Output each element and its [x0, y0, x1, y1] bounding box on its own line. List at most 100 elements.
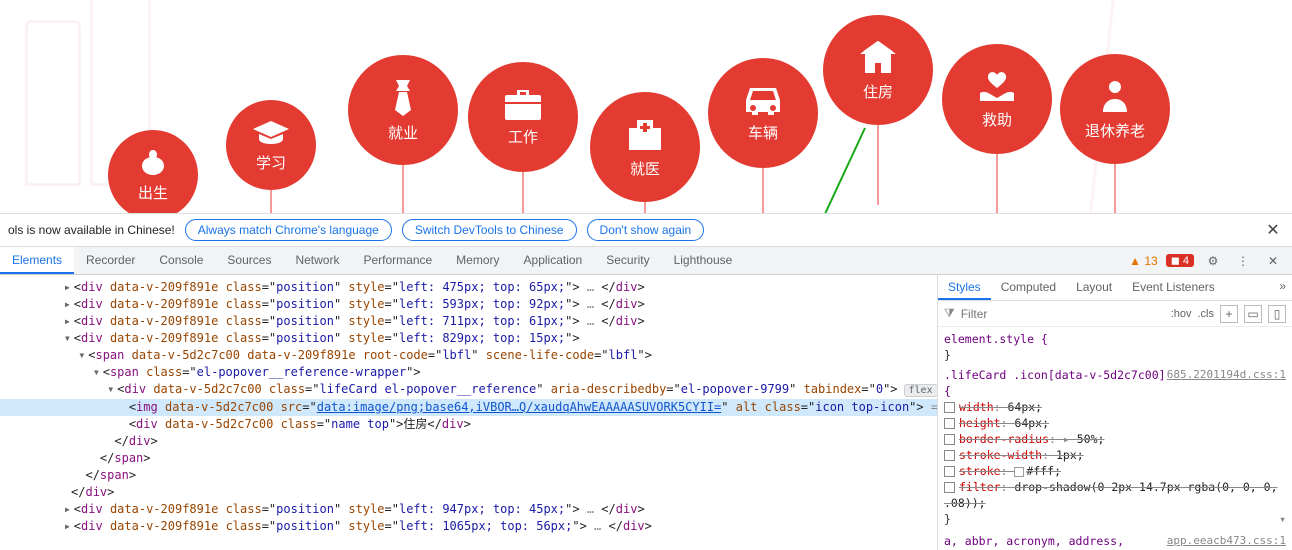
tab-lighthouse[interactable]: Lighthouse — [662, 247, 745, 274]
tab-performance[interactable]: Performance — [351, 247, 444, 274]
devtools-tab-strip: Elements Recorder Console Sources Networ… — [0, 247, 1292, 275]
styles-pane: Styles Computed Layout Event Listeners »… — [937, 275, 1292, 550]
bubble-assistance[interactable]: 救助 — [942, 44, 1052, 154]
bubble-row: 出生 学习 就业 工作 — [0, 0, 1292, 213]
hov-toggle[interactable]: :hov — [1171, 308, 1192, 320]
close-icon[interactable]: ✕ — [1262, 219, 1284, 241]
bubble-label: 工作 — [508, 126, 538, 147]
styles-tab-event-listeners[interactable]: Event Listeners — [1122, 275, 1225, 300]
hands-heart-icon — [976, 69, 1018, 105]
dom-line[interactable]: <div data-v-5d2c7c00 class="name top">住房… — [0, 416, 937, 433]
dom-line[interactable]: </div> — [0, 433, 937, 450]
bubble-retirement[interactable]: 退休养老 — [1060, 54, 1170, 164]
source-link[interactable]: app.eeacb473.css:1 — [1167, 533, 1286, 549]
styles-tab-computed[interactable]: Computed — [991, 275, 1066, 300]
bubble-stem — [996, 154, 998, 213]
dom-line[interactable]: ▸<div data-v-209f891e class="position" s… — [0, 296, 937, 313]
switch-to-chinese-button[interactable]: Switch DevTools to Chinese — [402, 219, 577, 241]
notice-text: ols is now available in Chinese! — [8, 223, 175, 237]
dont-show-again-button[interactable]: Don't show again — [587, 219, 705, 241]
tab-recorder[interactable]: Recorder — [74, 247, 147, 274]
styles-filter-row: ⧩ :hov .cls + ▭ ▯ — [938, 301, 1292, 327]
style-declaration[interactable]: stroke-width: 1px; — [944, 447, 1286, 463]
bubble-housing[interactable]: 住房 — [823, 15, 933, 125]
bubble-label: 住房 — [863, 81, 893, 102]
close-devtools-icon[interactable]: ✕ — [1262, 254, 1284, 268]
bubble-birth[interactable]: 出生 — [108, 130, 198, 213]
elements-dom-tree[interactable]: ▸<div data-v-209f891e class="position" s… — [0, 275, 937, 550]
dom-line[interactable]: ▸<div data-v-209f891e class="position" s… — [0, 501, 937, 518]
styles-body[interactable]: element.style { } 685.2201194d.css:1 .li… — [938, 327, 1292, 550]
bubble-stem — [402, 165, 404, 213]
dom-line[interactable]: ▸<div data-v-209f891e class="position" s… — [0, 518, 937, 535]
cls-toggle[interactable]: .cls — [1198, 308, 1215, 320]
house-icon — [857, 39, 899, 77]
styles-tabs-more[interactable]: » — [1273, 275, 1292, 300]
style-declaration[interactable]: width: 64px; — [944, 399, 1286, 415]
bubble-label: 救助 — [982, 109, 1012, 130]
briefcase-icon — [503, 88, 543, 122]
new-style-rule-button[interactable]: + — [1220, 305, 1238, 323]
match-language-button[interactable]: Always match Chrome's language — [185, 219, 392, 241]
dom-line[interactable]: </span> — [0, 467, 937, 484]
devtools-lower-split: ▸<div data-v-209f891e class="position" s… — [0, 275, 1292, 550]
style-rule[interactable]: element.style { — [944, 331, 1286, 347]
style-rule[interactable]: 685.2201194d.css:1 .lifeCard .icon[data-… — [944, 367, 1286, 399]
gear-icon[interactable]: ⚙ — [1202, 254, 1224, 268]
source-link[interactable]: 685.2201194d.css:1 — [1167, 367, 1286, 383]
tab-network[interactable]: Network — [283, 247, 351, 274]
dom-line[interactable]: </span> — [0, 450, 937, 467]
style-declaration[interactable]: filter: drop-shadow(0 2px 14.7px rgba(0,… — [944, 479, 1286, 511]
dom-line[interactable]: ▸<div data-v-209f891e class="position" s… — [0, 279, 937, 296]
flex-badge[interactable]: flex — [904, 384, 937, 397]
bubble-stem — [644, 202, 646, 213]
style-declaration[interactable]: stroke: #fff; — [944, 463, 1286, 479]
tab-sources[interactable]: Sources — [215, 247, 283, 274]
bubble-work[interactable]: 工作 — [468, 62, 578, 172]
baby-icon — [135, 148, 171, 178]
bubble-vehicle[interactable]: 车辆 — [708, 58, 818, 168]
rendered-page: 出生 学习 就业 工作 — [0, 0, 1292, 213]
dom-line[interactable]: ▾<div data-v-5d2c7c00 class="lifeCard el… — [0, 381, 937, 399]
dom-line[interactable]: ▾<div data-v-209f891e class="position" s… — [0, 330, 937, 347]
bubble-label: 就业 — [388, 122, 418, 143]
bubble-stem — [1114, 164, 1116, 213]
tab-console[interactable]: Console — [147, 247, 215, 274]
styles-tab-layout[interactable]: Layout — [1066, 275, 1122, 300]
inherited-selectors[interactable]: app.eeacb473.css:1 a, abbr, acronym, add… — [944, 533, 1286, 550]
tab-memory[interactable]: Memory — [444, 247, 511, 274]
bubble-label: 退休养老 — [1085, 120, 1145, 141]
dom-line[interactable]: ▾<span class="el-popover__reference-wrap… — [0, 364, 937, 381]
devtools-language-notice: ols is now available in Chinese! Always … — [0, 213, 1292, 247]
dom-line[interactable]: ▾<span data-v-5d2c7c00 data-v-209f891e r… — [0, 347, 937, 364]
bubble-medical[interactable]: 就医 — [590, 92, 700, 202]
bubble-employment[interactable]: 就业 — [348, 55, 458, 165]
elder-icon — [1095, 78, 1135, 116]
bubble-stem — [762, 168, 764, 213]
dom-line-selected[interactable]: <img data-v-5d2c7c00 src="data:image/png… — [0, 399, 937, 416]
styles-tab-styles[interactable]: Styles — [938, 275, 991, 300]
bubble-study[interactable]: 学习 — [226, 100, 316, 190]
status-area: ▲ 13 ◼ 4 ⚙ ⋮ ✕ — [1129, 247, 1292, 274]
dom-line[interactable]: ▸<div data-v-209f891e class="position" s… — [0, 313, 937, 330]
bubble-label: 学习 — [256, 152, 286, 173]
dom-line[interactable]: </div> — [0, 484, 937, 501]
graduation-cap-icon — [251, 118, 291, 148]
styles-tabs: Styles Computed Layout Event Listeners » — [938, 275, 1292, 301]
style-declaration[interactable]: border-radius: ▸ 50%; — [944, 431, 1286, 447]
filter-icon: ⧩ — [944, 306, 955, 321]
errors-badge[interactable]: ◼ 4 — [1166, 254, 1194, 267]
toggle-pane-button[interactable]: ▯ — [1268, 305, 1286, 323]
tab-elements[interactable]: Elements — [0, 247, 74, 274]
device-toolbar-button[interactable]: ▭ — [1244, 305, 1262, 323]
bubble-stem — [522, 172, 524, 213]
tab-security[interactable]: Security — [594, 247, 661, 274]
style-declaration[interactable]: height: 64px; — [944, 415, 1286, 431]
hospital-icon — [625, 116, 665, 154]
kebab-icon[interactable]: ⋮ — [1232, 254, 1254, 268]
styles-filter-input[interactable] — [961, 307, 1165, 321]
tab-application[interactable]: Application — [512, 247, 595, 274]
bubble-label: 出生 — [138, 182, 168, 203]
car-icon — [742, 84, 784, 118]
warnings-badge[interactable]: ▲ 13 — [1129, 254, 1158, 268]
